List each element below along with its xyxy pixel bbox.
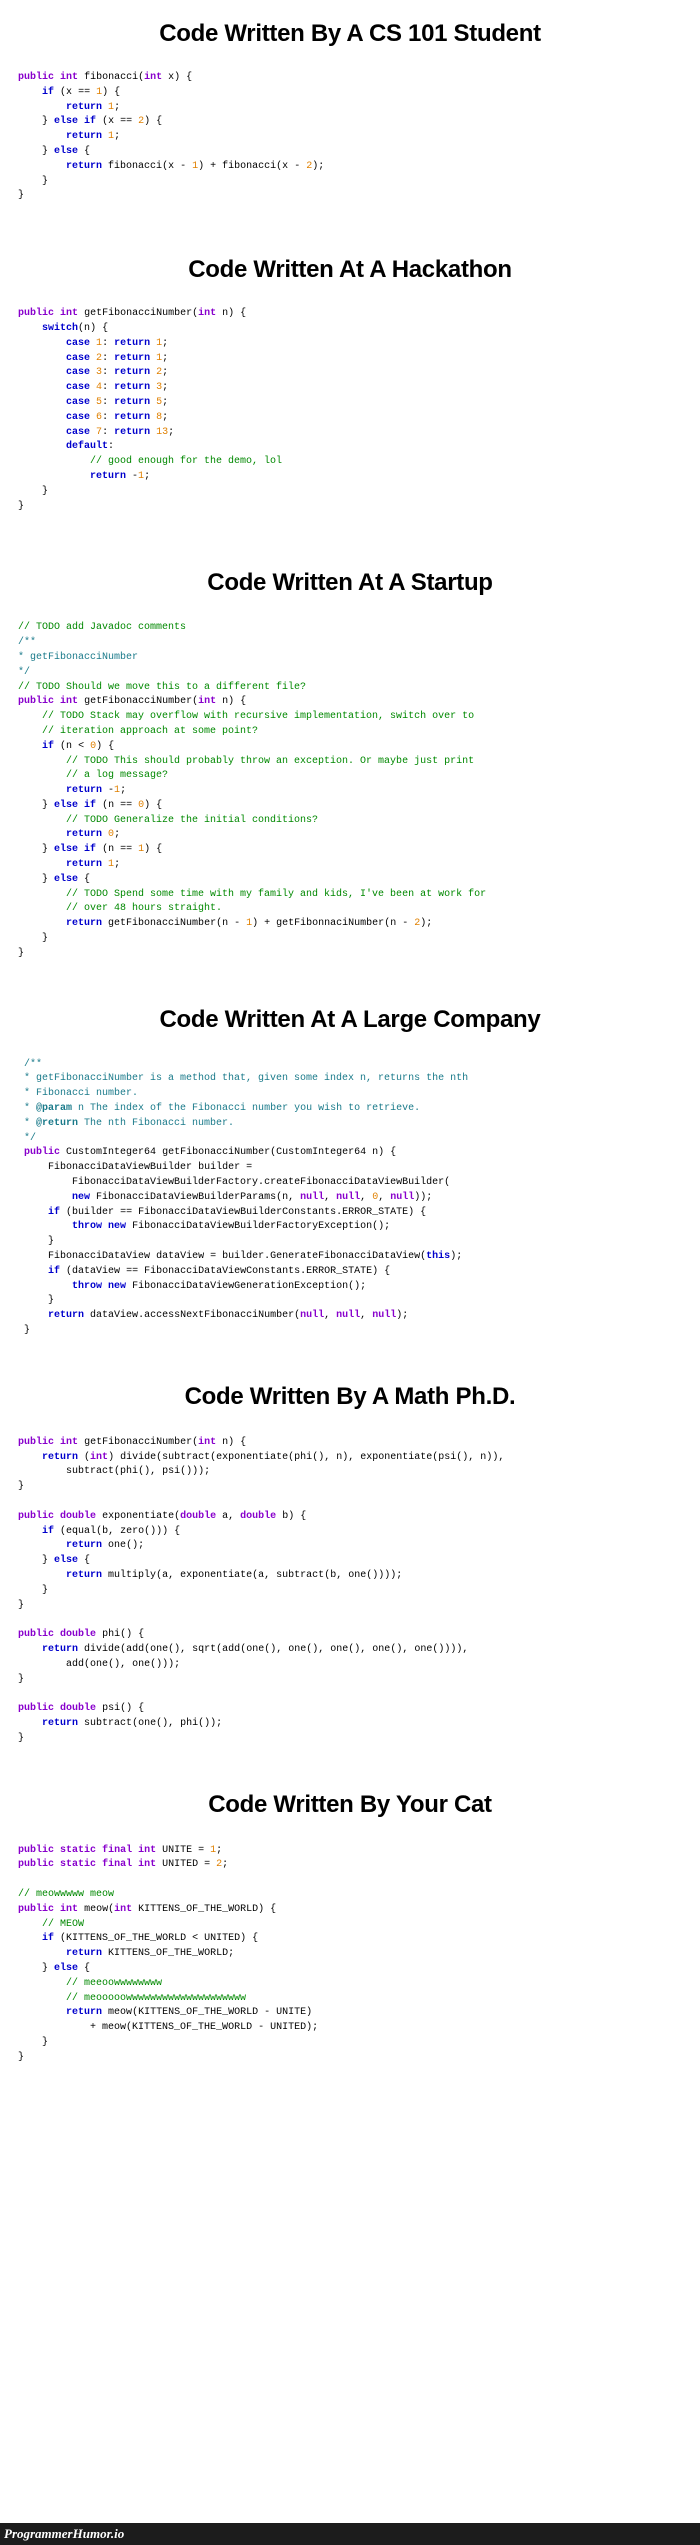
meme-page: Code Written By A CS 101 Student public …	[0, 0, 700, 2545]
section-cs101: Code Written By A CS 101 Student public …	[0, 0, 700, 204]
section-title-cs101: Code Written By A CS 101 Student	[159, 20, 541, 47]
section-title-math-phd: Code Written By A Math Ph.D.	[184, 1382, 516, 1410]
section-hackathon: Code Written At A Hackathon public int g…	[0, 204, 700, 514]
section-large-company: Code Written At A Large Company /** * get…	[0, 962, 700, 1339]
section-title-your-cat: Code Written By Your Cat	[208, 1790, 492, 1818]
section-startup: Code Written At A Startup // TODO add Ja…	[0, 514, 700, 961]
section-title-startup: Code Written At A Startup	[207, 569, 493, 597]
section-your-cat: Code Written By Your Cat public static f…	[0, 1747, 700, 2066]
section-math-phd: Code Written By A Math Ph.D. public int …	[0, 1339, 700, 1747]
code-block-your-cat: public static final int UNITE = 1; public…	[18, 1844, 319, 2063]
code-block-startup: // TODO add Javadoc comments/** * getFibo…	[18, 622, 487, 959]
code-block-cs101: public int fibonacci(int x) { if (x == 1…	[18, 72, 325, 202]
code-block-math-phd: public int getFibonacciNumber(int n) { r…	[18, 1436, 505, 1744]
code-block-hackathon: public int getFibonacciNumber(int n) { s…	[18, 308, 283, 512]
code-block-large-company: /** * getFibonacciNumber is a method that…	[24, 1058, 469, 1336]
watermark-text: ProgrammerHumor.io	[4, 2526, 125, 2541]
watermark-bar: ProgrammerHumor.io	[0, 2523, 700, 2545]
section-title-hackathon: Code Written At A Hackathon	[188, 256, 512, 284]
section-title-large-company: Code Written At A Large Company	[159, 1005, 541, 1033]
